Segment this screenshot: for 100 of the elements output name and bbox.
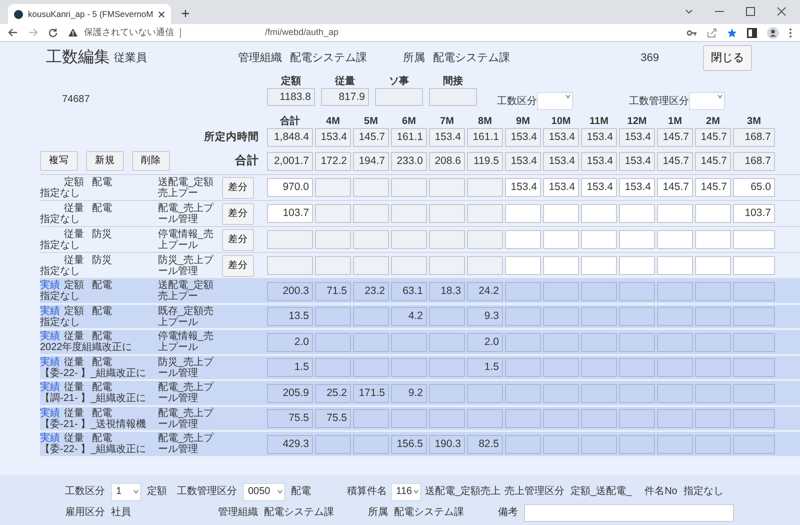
select-field[interactable]: 0050: [243, 482, 285, 500]
value-field[interactable]: [315, 434, 351, 454]
share-icon[interactable]: [707, 28, 717, 38]
value-field[interactable]: [505, 204, 541, 224]
value-field[interactable]: [353, 332, 389, 352]
value-field[interactable]: [695, 358, 731, 377]
value-field[interactable]: [695, 434, 731, 454]
back-icon[interactable]: [8, 28, 18, 37]
value-field[interactable]: [695, 230, 731, 250]
value-field[interactable]: [543, 230, 579, 250]
value-field[interactable]: [657, 409, 693, 428]
value-field[interactable]: 13.5: [267, 307, 313, 326]
value-field[interactable]: [467, 204, 503, 224]
value-field[interactable]: 145.7: [657, 128, 693, 147]
value-field[interactable]: 153.4: [581, 128, 617, 147]
value-field[interactable]: [391, 178, 427, 198]
value-field[interactable]: [353, 434, 389, 454]
value-field[interactable]: 161.1: [391, 128, 427, 147]
value-field[interactable]: [467, 384, 503, 402]
value-field[interactable]: [353, 230, 389, 250]
value-field[interactable]: [543, 332, 579, 352]
star-icon[interactable]: [727, 28, 737, 38]
menu-icon[interactable]: [789, 28, 792, 38]
value-field[interactable]: 153.4: [505, 178, 541, 198]
value-field[interactable]: 153.4: [315, 128, 351, 147]
value-field[interactable]: [315, 332, 351, 352]
value-field[interactable]: 161.1: [467, 128, 503, 147]
select-field[interactable]: 116: [391, 482, 421, 500]
value-field[interactable]: [429, 384, 465, 402]
value-field[interactable]: [375, 88, 423, 106]
value-field[interactable]: [657, 282, 693, 300]
value-field[interactable]: 153.4: [581, 178, 617, 198]
value-field[interactable]: 145.7: [695, 128, 731, 147]
value-field[interactable]: [505, 384, 541, 402]
value-field[interactable]: [695, 204, 731, 224]
value-field[interactable]: [353, 358, 389, 377]
value-field[interactable]: [505, 358, 541, 377]
value-field[interactable]: [467, 409, 503, 428]
value-field[interactable]: [581, 409, 617, 428]
select-field[interactable]: 1: [111, 482, 141, 500]
value-field[interactable]: 1.5: [267, 358, 313, 377]
value-field[interactable]: [543, 384, 579, 402]
value-field[interactable]: 145.7: [695, 152, 731, 171]
value-field[interactable]: [543, 282, 579, 300]
value-field[interactable]: [619, 332, 655, 352]
diff-button[interactable]: 差分: [222, 202, 254, 225]
diff-button[interactable]: 差分: [222, 254, 254, 277]
value-field[interactable]: [315, 178, 351, 198]
action-button[interactable]: 複写: [40, 151, 78, 172]
value-field[interactable]: [695, 282, 731, 300]
value-field[interactable]: 194.7: [353, 152, 389, 171]
value-field[interactable]: [657, 358, 693, 377]
value-field[interactable]: 2,001.7: [267, 152, 313, 171]
value-field[interactable]: [505, 307, 541, 326]
value-field[interactable]: [695, 307, 731, 326]
value-field[interactable]: [391, 358, 427, 377]
value-field[interactable]: [695, 409, 731, 428]
value-field[interactable]: 1183.8: [267, 88, 315, 106]
close-button[interactable]: 閉じる: [703, 44, 752, 72]
value-field[interactable]: [619, 282, 655, 300]
value-field[interactable]: [581, 256, 617, 276]
value-field[interactable]: 1.5: [467, 358, 503, 377]
value-field[interactable]: [429, 358, 465, 377]
value-field[interactable]: 9.2: [391, 384, 427, 402]
value-field[interactable]: [391, 204, 427, 224]
value-field[interactable]: 817.9: [321, 88, 369, 106]
value-field[interactable]: [315, 307, 351, 326]
value-field[interactable]: [429, 178, 465, 198]
value-field[interactable]: 156.5: [391, 434, 427, 454]
value-field[interactable]: [267, 256, 313, 276]
value-field[interactable]: [315, 204, 351, 224]
value-field[interactable]: 2.0: [467, 332, 503, 352]
value-field[interactable]: 24.2: [467, 282, 503, 300]
value-field[interactable]: [543, 204, 579, 224]
value-field[interactable]: [657, 204, 693, 224]
chevron-down-icon[interactable]: [685, 8, 693, 14]
value-field[interactable]: 168.7: [733, 128, 775, 147]
minimize-icon[interactable]: [715, 10, 724, 12]
value-field[interactable]: [657, 332, 693, 352]
value-field[interactable]: [733, 256, 775, 276]
value-field[interactable]: [429, 409, 465, 428]
value-field[interactable]: 23.2: [353, 282, 389, 300]
value-field[interactable]: 153.4: [543, 178, 579, 198]
value-field[interactable]: [619, 409, 655, 428]
value-field[interactable]: [581, 358, 617, 377]
value-field[interactable]: [353, 409, 389, 428]
value-field[interactable]: [353, 178, 389, 198]
value-field[interactable]: [657, 256, 693, 276]
profile-icon[interactable]: [767, 26, 779, 38]
url-text[interactable]: /fmi/webd/auth_ap: [265, 26, 339, 40]
value-field[interactable]: [505, 332, 541, 352]
value-field[interactable]: [581, 384, 617, 402]
value-field[interactable]: [581, 204, 617, 224]
plus-icon[interactable]: [181, 9, 190, 18]
value-field[interactable]: [581, 307, 617, 326]
value-field[interactable]: 153.4: [429, 128, 465, 147]
value-field[interactable]: [581, 332, 617, 352]
value-field[interactable]: 153.4: [619, 152, 655, 171]
value-field[interactable]: [619, 230, 655, 250]
value-field[interactable]: 119.5: [467, 152, 503, 171]
